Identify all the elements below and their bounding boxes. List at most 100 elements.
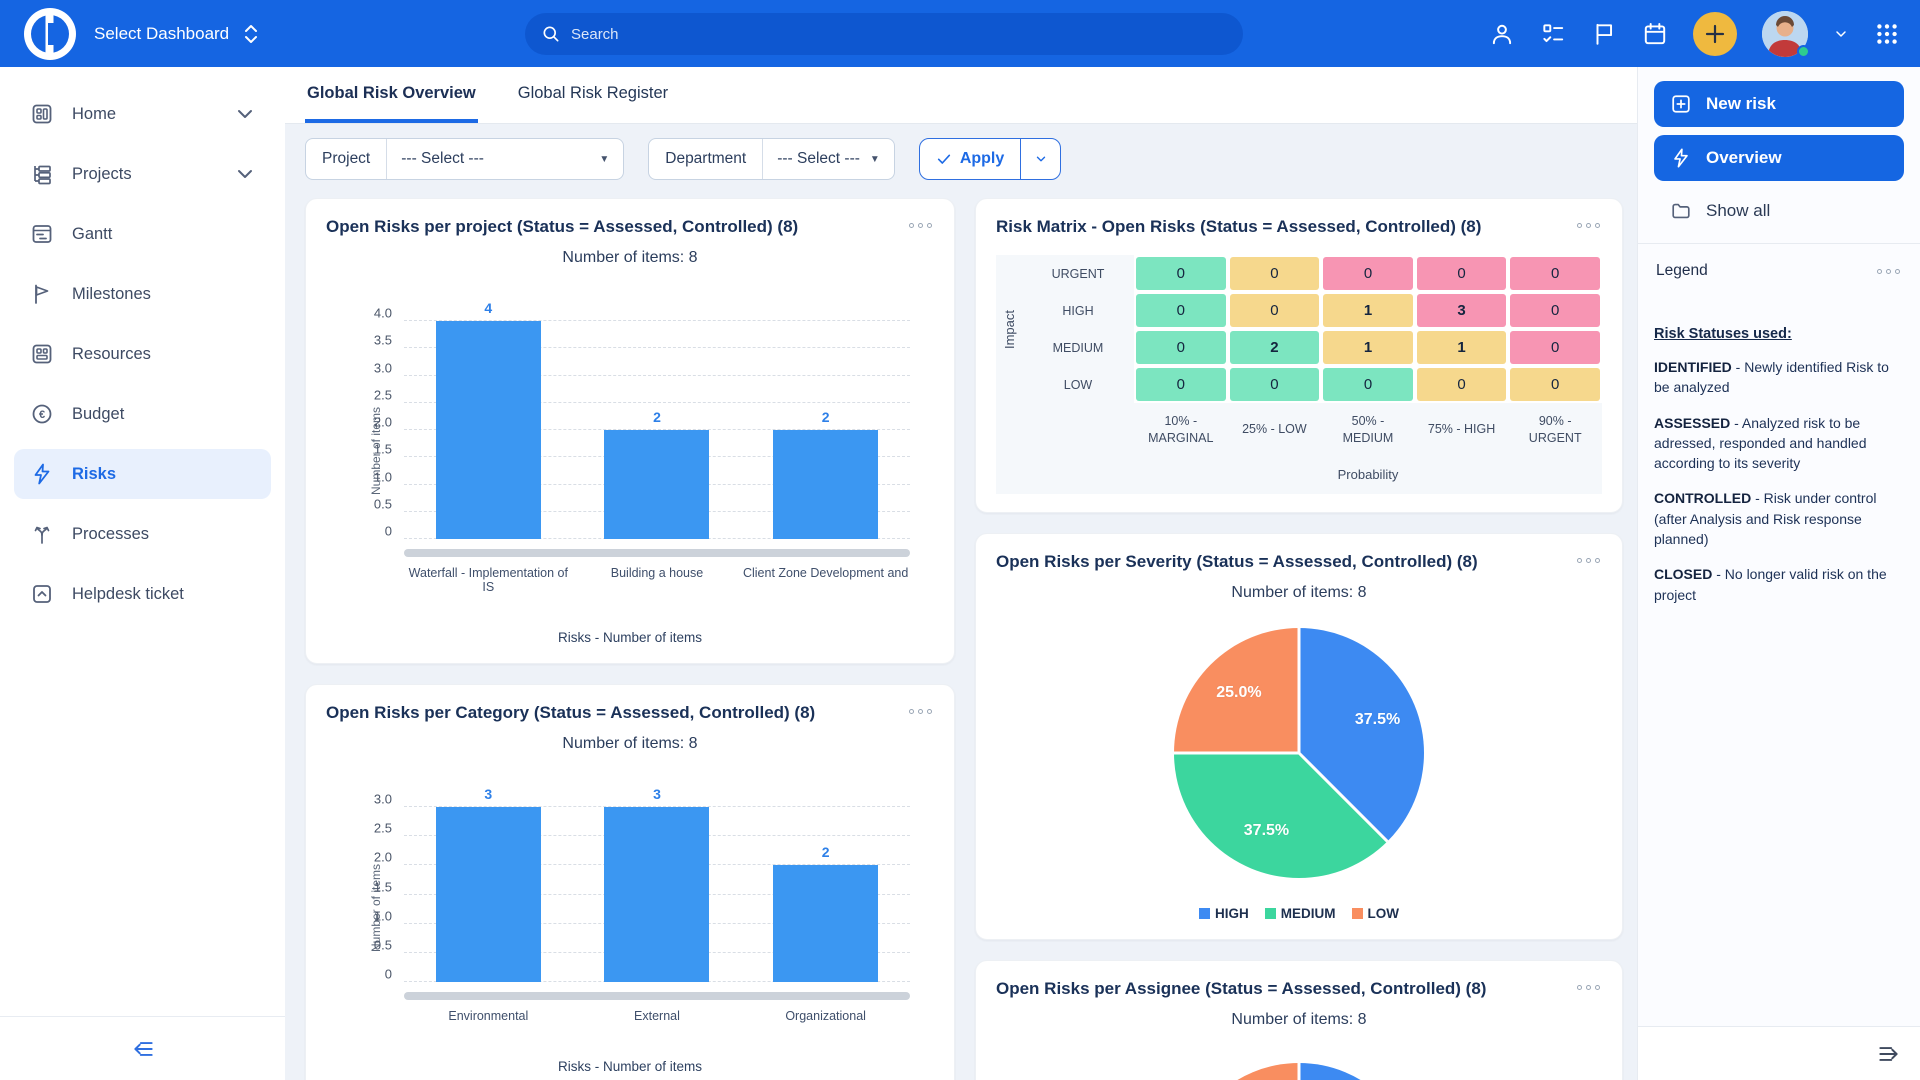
sidebar-item-helpdesk-ticket[interactable]: Helpdesk ticket — [14, 569, 271, 619]
bar[interactable] — [436, 321, 541, 539]
matrix-cell[interactable]: 0 — [1510, 331, 1600, 364]
x-category-label: External — [574, 1009, 741, 1023]
sidebar-item-label: Home — [72, 105, 215, 124]
card-menu-button[interactable] — [907, 217, 934, 234]
bar-value-label: 3 — [604, 786, 709, 802]
horizontal-scrollbar[interactable] — [404, 549, 910, 557]
overview-button[interactable]: Overview — [1654, 135, 1904, 181]
matrix-cell[interactable]: 1 — [1323, 331, 1413, 364]
user-icon[interactable] — [1489, 21, 1515, 47]
legend-title: Legend — [1656, 262, 1708, 280]
card-open-risks-per-category: Open Risks per Category (Status = Assess… — [305, 684, 955, 1080]
dashboard-selector[interactable]: Select Dashboard — [94, 23, 259, 45]
card-menu-button[interactable] — [1575, 552, 1602, 569]
bar[interactable] — [436, 807, 541, 982]
sidebar-item-projects[interactable]: Projects — [14, 149, 271, 199]
matrix-cell[interactable]: 0 — [1136, 368, 1226, 401]
bar[interactable] — [604, 430, 709, 539]
project-filter-select[interactable]: --- Select --- ▼ — [387, 139, 623, 179]
y-tick-label: 1.0 — [352, 908, 392, 923]
matrix-cell[interactable]: 0 — [1136, 331, 1226, 364]
matrix-cell[interactable]: 0 — [1323, 257, 1413, 290]
sidebar-item-processes[interactable]: Processes — [14, 509, 271, 559]
apply-button[interactable]: Apply — [920, 139, 1020, 179]
probability-axis-label: Probability — [1134, 457, 1602, 494]
chart-subtitle: Number of items: 8 — [996, 1011, 1602, 1029]
tab-global-risk-register[interactable]: Global Risk Register — [516, 67, 670, 123]
matrix-cell[interactable]: 0 — [1510, 257, 1600, 290]
plot-area: 00.51.01.52.02.53.0332 — [404, 779, 910, 982]
app-logo-icon[interactable] — [24, 8, 76, 60]
quick-add-button[interactable] — [1693, 12, 1737, 56]
legend-swatch — [1265, 908, 1276, 919]
pie-slice-separator — [1174, 751, 1299, 754]
x-category-label: Organizational — [742, 1009, 909, 1023]
sidebar-item-label: Resources — [72, 345, 257, 364]
department-filter-select[interactable]: --- Select --- ▼ — [763, 139, 894, 179]
bar[interactable] — [604, 807, 709, 982]
card-menu-button[interactable] — [907, 703, 934, 720]
sidebar-item-home[interactable]: Home — [14, 89, 271, 139]
apply-options-button[interactable] — [1020, 139, 1060, 179]
project-filter-group: Project --- Select --- ▼ — [305, 138, 624, 180]
sidebar-item-resources[interactable]: Resources — [14, 329, 271, 379]
matrix-row-label: URGENT — [1022, 255, 1134, 292]
matrix-cell[interactable]: 1 — [1417, 331, 1507, 364]
matrix-cell[interactable]: 0 — [1323, 368, 1413, 401]
matrix-cell[interactable]: 0 — [1136, 294, 1226, 327]
y-tick-label: 4.0 — [352, 306, 392, 321]
sidebar-item-label: Budget — [72, 405, 257, 424]
horizontal-scrollbar[interactable] — [404, 992, 910, 1000]
card-menu-button[interactable] — [1575, 979, 1602, 996]
bar[interactable] — [773, 430, 878, 539]
matrix-cell[interactable]: 0 — [1230, 257, 1320, 290]
chart-subtitle: Number of items: 8 — [996, 584, 1602, 602]
card-menu-button[interactable] — [1575, 217, 1602, 234]
matrix-cell[interactable]: 0 — [1230, 368, 1320, 401]
sidebar: Home Projects Gantt Milestones Resources €Bud… — [0, 67, 285, 1080]
chevron-down-icon[interactable] — [1833, 26, 1849, 42]
collapse-sidebar-icon[interactable] — [128, 1036, 158, 1062]
show-all-button[interactable]: Show all — [1654, 189, 1904, 233]
matrix-cell[interactable]: 1 — [1323, 294, 1413, 327]
sidebar-item-label: Risks — [72, 465, 257, 484]
tasks-checklist-icon[interactable] — [1540, 21, 1566, 47]
matrix-cell[interactable]: 0 — [1510, 368, 1600, 401]
x-category-label: Building a house — [574, 566, 741, 594]
collapse-panel-icon[interactable] — [1874, 1041, 1904, 1067]
department-filter-label: Department — [649, 139, 763, 179]
department-filter-value: --- Select --- — [777, 150, 860, 168]
app-grid-icon[interactable] — [1874, 21, 1900, 47]
calendar-icon[interactable] — [1642, 21, 1668, 47]
matrix-cell[interactable]: 3 — [1417, 294, 1507, 327]
matrix-cell[interactable]: 0 — [1136, 257, 1226, 290]
tab-global-risk-overview[interactable]: Global Risk Overview — [305, 67, 478, 123]
card-risk-matrix: Risk Matrix - Open Risks (Status = Asses… — [975, 198, 1623, 513]
risk-status-definition: ASSESSED - Analyzed risk to be adressed,… — [1654, 413, 1904, 474]
card-open-risks-per-assignee: Open Risks per Assignee (Status = Assess… — [975, 960, 1623, 1080]
search-bar[interactable] — [525, 13, 1243, 55]
matrix-cell[interactable]: 0 — [1510, 294, 1600, 327]
sidebar-footer — [0, 1016, 285, 1080]
legend-menu-button[interactable] — [1875, 263, 1902, 280]
sidebar-item-gantt[interactable]: Gantt — [14, 209, 271, 259]
sidebar-item-milestones[interactable]: Milestones — [14, 269, 271, 319]
matrix-cell[interactable]: 0 — [1417, 257, 1507, 290]
x-category-label: Environmental — [405, 1009, 572, 1023]
check-icon — [936, 151, 952, 167]
sidebar-item-budget[interactable]: €Budget — [14, 389, 271, 439]
user-avatar[interactable] — [1762, 11, 1808, 57]
matrix-cell[interactable]: 2 — [1230, 331, 1320, 364]
bar[interactable] — [773, 865, 878, 982]
sidebar-item-risks[interactable]: Risks — [14, 449, 271, 499]
sidebar-item-label: Milestones — [72, 285, 257, 304]
matrix-cell[interactable]: 0 — [1417, 368, 1507, 401]
matrix-cell[interactable]: 0 — [1230, 294, 1320, 327]
right-panel: New risk Overview Show all Legend Risk S… — [1637, 67, 1920, 1080]
flag-icon[interactable] — [1591, 21, 1617, 47]
bar-value-label: 2 — [773, 409, 878, 425]
new-risk-button[interactable]: New risk — [1654, 81, 1904, 127]
search-input[interactable] — [571, 26, 1227, 43]
matrix-corner — [996, 457, 1134, 494]
risk-status-definition: IDENTIFIED - Newly identified Risk to be… — [1654, 357, 1904, 398]
